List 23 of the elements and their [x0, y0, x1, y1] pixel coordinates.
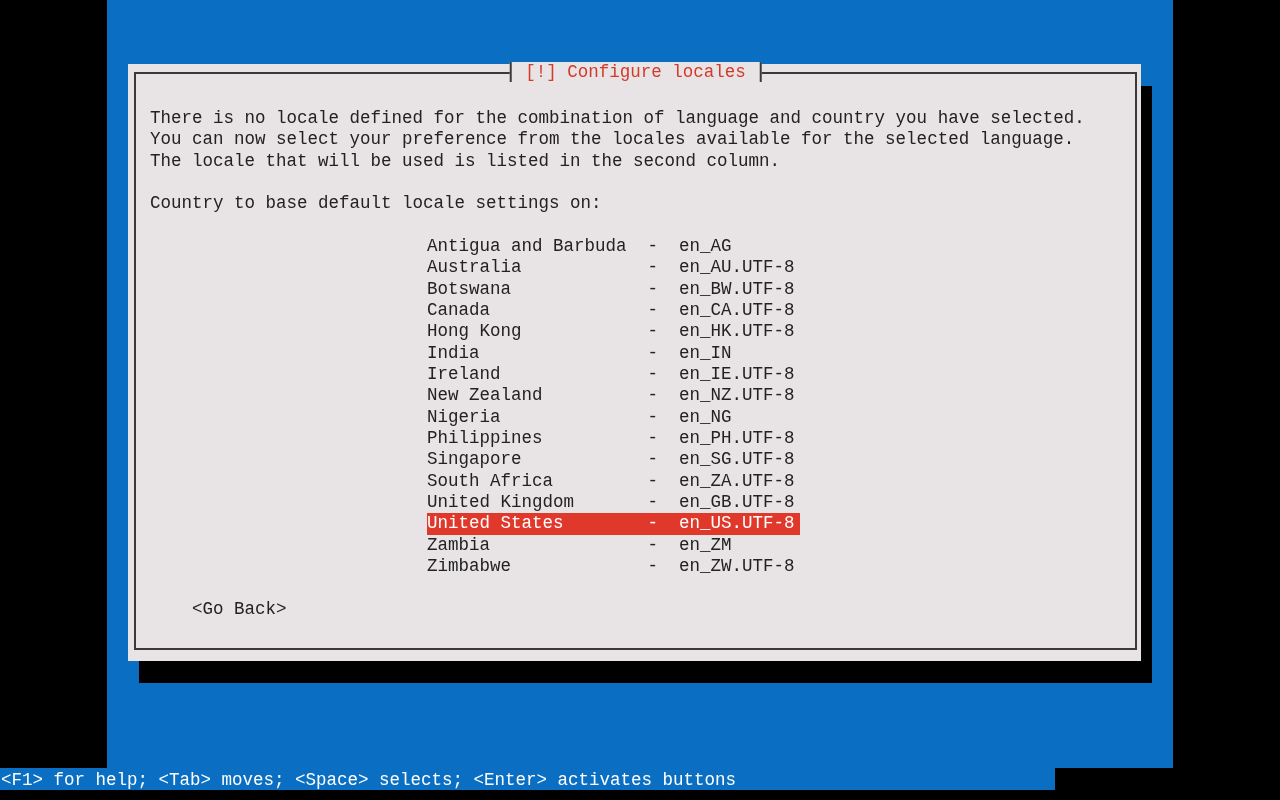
- locale-option[interactable]: South Africa - en_ZA.UTF-8: [427, 470, 800, 492]
- dialog-title: [!] Configure locales: [509, 62, 762, 82]
- message-text: There is no locale defined for the combination of language and country you have selected.: [150, 108, 1086, 130]
- locale-option[interactable]: Hong Kong - en_HK.UTF-8: [427, 321, 800, 343]
- locale-option[interactable]: Zambia - en_ZM: [427, 534, 737, 556]
- locale-option[interactable]: Singapore - en_SG.UTF-8: [427, 449, 800, 471]
- locale-option[interactable]: Antigua and Barbuda - en_AG: [427, 235, 737, 258]
- locale-option[interactable]: New Zealand - en_NZ.UTF-8: [427, 385, 800, 407]
- locale-option[interactable]: United Kingdom - en_GB.UTF-8: [427, 491, 800, 514]
- locale-option[interactable]: Australia - en_AU.UTF-8: [427, 257, 800, 279]
- status-bar: <F1> for help; <Tab> moves; <Space> selects; <Enter> activates buttons: [0, 768, 1055, 790]
- locale-option[interactable]: India - en_IN: [427, 342, 737, 364]
- locale-option[interactable]: United States - en_US.UTF-8: [427, 513, 800, 535]
- locale-option[interactable]: Ireland - en_IE.UTF-8: [427, 363, 800, 386]
- message-text: You can now select your preference from the locales available for the selected language.: [150, 129, 1076, 151]
- locale-option[interactable]: Zimbabwe - en_ZW.UTF-8: [427, 555, 800, 578]
- locale-option[interactable]: Canada - en_CA.UTF-8: [427, 299, 800, 322]
- message-text: The locale that will be used is listed in the second column.: [150, 150, 782, 172]
- locale-option[interactable]: Nigeria - en_NG: [427, 406, 737, 428]
- locale-option[interactable]: Philippines - en_PH.UTF-8: [427, 427, 800, 450]
- go-back-button[interactable]: <Go Back>: [192, 598, 287, 620]
- locale-option[interactable]: Botswana - en_BW.UTF-8: [427, 278, 800, 300]
- prompt-text: Country to base default locale settings on:: [150, 193, 603, 215]
